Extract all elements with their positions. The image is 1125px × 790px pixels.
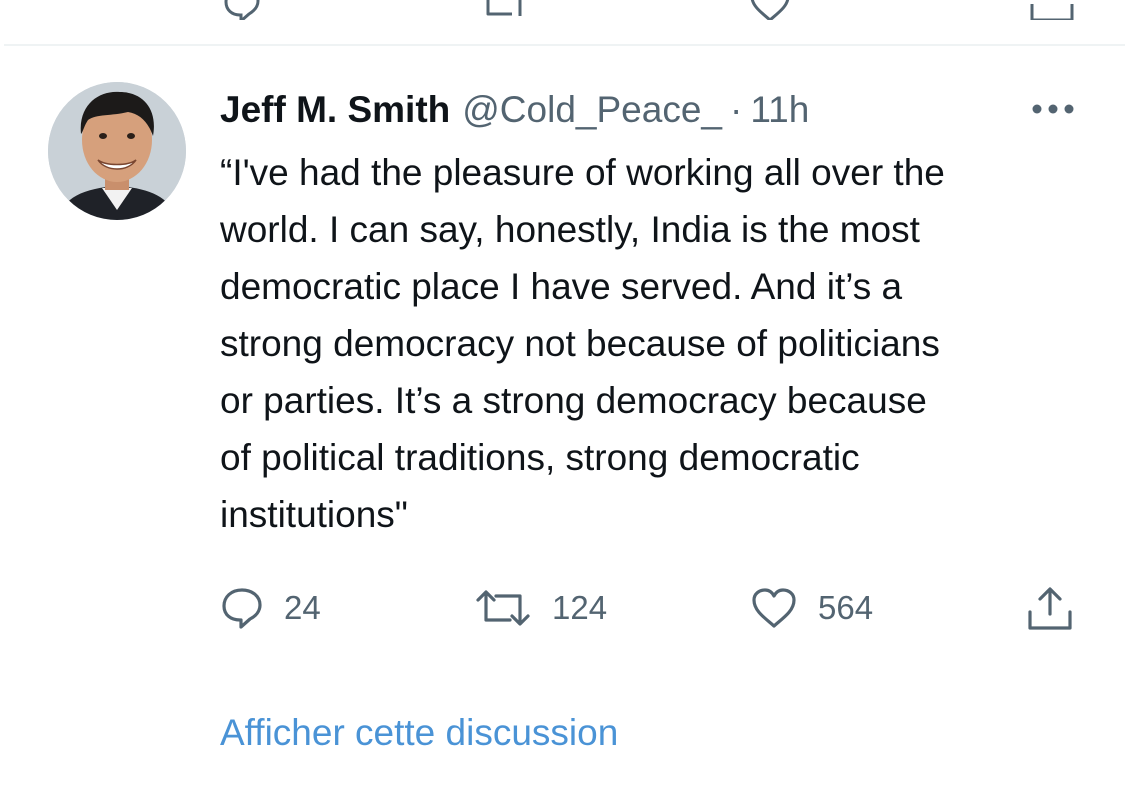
- reply-button[interactable]: 24: [220, 580, 321, 636]
- more-options-button[interactable]: [1030, 96, 1076, 122]
- tweet-text-line: or parties. It’s a strong democracy beca…: [220, 380, 927, 421]
- previous-tweet-actions: [0, 0, 1125, 20]
- retweet-button[interactable]: 124: [474, 580, 607, 636]
- tweet-text: “I've had the pleasure of working all ov…: [220, 144, 1080, 543]
- author-name[interactable]: Jeff M. Smith: [220, 89, 450, 131]
- tweet-divider: [4, 44, 1125, 46]
- header-separator: ·: [729, 89, 743, 130]
- author-handle[interactable]: @Cold_Peace_: [462, 89, 722, 131]
- retweet-count: 124: [552, 589, 608, 626]
- share-icon: [1028, 587, 1072, 630]
- retweet-icon[interactable]: [478, 0, 530, 20]
- reply-count: 24: [284, 589, 321, 626]
- avatar-image: [48, 82, 186, 220]
- tweet-text-line: democratic place I have served. And it’s…: [220, 266, 903, 307]
- heart-icon: [752, 588, 796, 628]
- retweet-icon: [476, 590, 530, 626]
- reply-icon: [222, 588, 262, 629]
- show-thread-link[interactable]: Afficher cette discussion: [220, 712, 618, 754]
- tweet-text-line: of political traditions, strong democrat…: [220, 437, 860, 478]
- tweet-text-line: institutions": [220, 494, 408, 535]
- tweet-header: Jeff M. Smith @Cold_Peace_ · 11h: [220, 84, 809, 136]
- share-icon[interactable]: [1028, 0, 1076, 20]
- like-button[interactable]: 564: [750, 580, 873, 636]
- heart-icon[interactable]: [748, 0, 792, 20]
- reply-icon[interactable]: [222, 0, 262, 20]
- tweet-text-line: “I've had the pleasure of working all ov…: [220, 152, 945, 193]
- tweet-actions: 24 124 564: [0, 580, 1125, 636]
- more-icon: [1032, 104, 1074, 114]
- tweet-text-line: world. I can say, honestly, India is the…: [220, 209, 920, 250]
- tweet-text-line: strong democracy not because of politici…: [220, 323, 940, 364]
- avatar[interactable]: [48, 82, 186, 220]
- tweet-timestamp[interactable]: 11h: [750, 89, 809, 131]
- share-button[interactable]: [1026, 580, 1074, 636]
- like-count: 564: [818, 589, 874, 626]
